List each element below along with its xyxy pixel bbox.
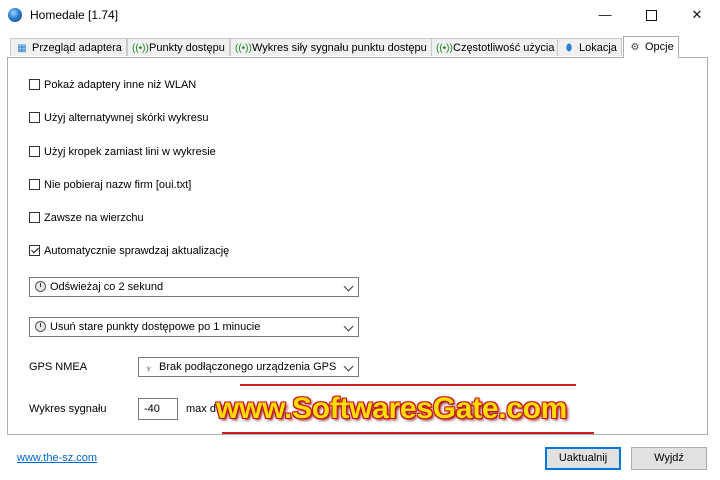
checkbox-checked[interactable]	[29, 244, 40, 256]
select-value: Brak podłączonego urządzenia GPS	[159, 361, 337, 373]
tab-label: Opcje	[645, 41, 674, 53]
checkbox-show-non-wlan[interactable]: Pokaż adaptery inne niż WLAN	[29, 77, 196, 93]
tab-strip: ▦ Przegląd adaptera ((•))Punkty dostępu (…	[0, 36, 720, 58]
chevron-down-icon	[343, 321, 354, 332]
app-globe-icon	[8, 8, 22, 22]
tab-signal-graph[interactable]: ((•))Wykres siły sygnału punktu dostępu	[230, 38, 432, 56]
update-button[interactable]: Uaktualnij	[545, 447, 621, 470]
gps-antenna-icon: ♆	[145, 364, 153, 375]
minimize-button[interactable]: —	[582, 0, 628, 30]
location-pin-icon: ⬮	[565, 43, 573, 54]
tab-label: Częstotliwość użycia	[453, 42, 555, 54]
maximize-button[interactable]	[628, 0, 674, 30]
checkbox[interactable]	[29, 78, 40, 90]
checkbox-label: Użyj alternatywnej skórki wykresu	[44, 112, 209, 125]
checkbox[interactable]	[29, 111, 40, 123]
chevron-down-icon	[343, 281, 354, 292]
clock-icon	[35, 321, 46, 332]
watermark-line-bottom	[222, 432, 594, 434]
gps-label: GPS NMEA	[29, 361, 88, 373]
gps-device-select[interactable]: ♆ Brak podłączonego urządzenia GPS	[138, 357, 359, 377]
tab-access-points[interactable]: ((•))Punkty dostępu	[127, 38, 230, 56]
remove-old-ap-select[interactable]: Usuń stare punkty dostępowe po 1 minucie	[29, 317, 359, 337]
tab-label: Lokacja	[579, 42, 617, 54]
tab-frequency-usage[interactable]: ((•))Częstotliwość użycia	[431, 38, 560, 56]
settings-icon: ⚙	[630, 42, 640, 53]
exit-button[interactable]: Wyjdź	[631, 447, 707, 470]
checkbox-dots-instead-lines[interactable]: Użyj kropek zamiast lini w wykresie	[29, 144, 216, 160]
tab-label: Punkty dostępu	[149, 42, 225, 54]
select-value: Odświeżaj co 2 sekund	[50, 281, 164, 293]
title-bar: Homedale [1.74] — ✕	[0, 0, 720, 30]
maximize-icon	[645, 10, 657, 22]
tab-adapter-overview[interactable]: ▦ Przegląd adaptera	[10, 38, 127, 56]
website-link[interactable]: www.the-sz.com	[17, 452, 97, 464]
checkbox-label: Nie pobieraj nazw firm [oui.txt]	[44, 179, 192, 192]
chevron-down-icon	[343, 361, 354, 372]
signal-graph-label: Wykres sygnału	[29, 403, 107, 415]
checkbox-auto-update[interactable]: Automatycznie sprawdzaj aktualizację	[29, 243, 229, 259]
select-value: Usuń stare punkty dostępowe po 1 minucie	[50, 321, 261, 333]
checkbox[interactable]	[29, 211, 40, 223]
wifi-signal-icon: ((•))	[436, 43, 453, 54]
checkbox-label: Automatycznie sprawdzaj aktualizację	[44, 245, 230, 258]
signal-max-input[interactable]: -40	[138, 398, 178, 420]
watermark-line-top	[240, 384, 576, 386]
tab-location[interactable]: ⬮ Lokacja	[557, 38, 622, 56]
checkbox-label: Pokaż adaptery inne niż WLAN	[44, 79, 197, 92]
close-button[interactable]: ✕	[674, 0, 720, 30]
adapter-icon: ▦	[17, 43, 27, 54]
checkbox-label: Użyj kropek zamiast lini w wykresie	[44, 146, 216, 159]
tab-options[interactable]: ⚙ Opcje	[623, 36, 679, 58]
checkbox-alt-chart-skin[interactable]: Użyj alternatywnej skórki wykresu	[29, 110, 208, 126]
wifi-signal-icon: ((•))	[132, 43, 149, 54]
window-title: Homedale [1.74]	[30, 8, 119, 22]
wifi-signal-icon: ((•))	[235, 43, 252, 54]
checkbox-no-vendor-names[interactable]: Nie pobieraj nazw firm [oui.txt]	[29, 177, 191, 193]
refresh-interval-select[interactable]: Odświeżaj co 2 sekund	[29, 277, 359, 297]
checkbox-always-on-top[interactable]: Zawsze na wierzchu	[29, 210, 144, 226]
checkbox[interactable]	[29, 178, 40, 190]
tab-label: Wykres siły sygnału punktu dostępu	[252, 42, 427, 54]
watermark-text: www.SoftwaresGate.com	[216, 392, 568, 425]
checkbox-label: Zawsze na wierzchu	[44, 212, 144, 225]
checkbox[interactable]	[29, 145, 40, 157]
clock-icon	[35, 281, 46, 292]
tab-label: Przegląd adaptera	[32, 42, 122, 54]
